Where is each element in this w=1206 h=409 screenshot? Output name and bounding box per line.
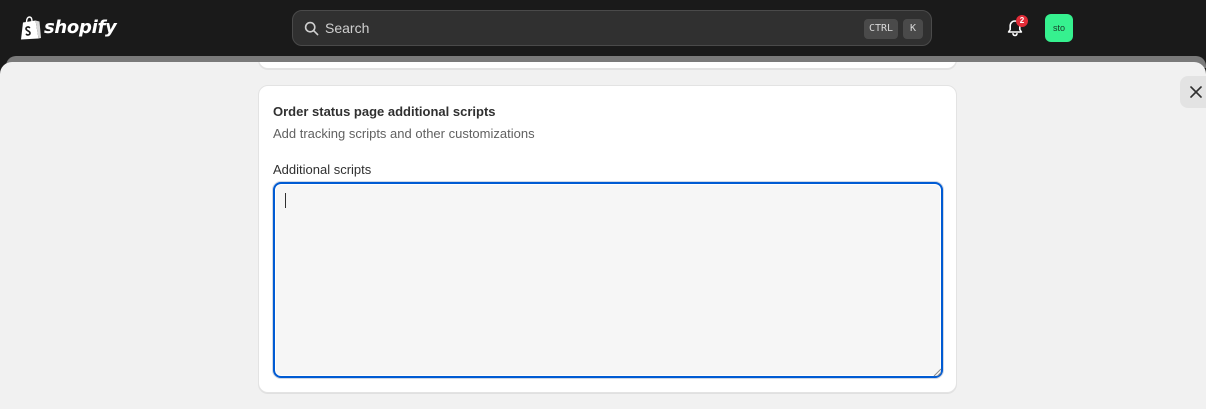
notification-count-badge: 2 — [1016, 15, 1028, 27]
additional-scripts-label: Additional scripts — [273, 162, 372, 177]
search-icon — [304, 21, 319, 36]
additional-scripts-textarea[interactable] — [273, 182, 943, 378]
logo-wordmark: shopify — [44, 17, 117, 38]
store-avatar[interactable]: sto — [1045, 14, 1073, 42]
card-subtitle: Add tracking scripts and other customiza… — [273, 126, 535, 141]
text-cursor — [285, 193, 286, 208]
additional-scripts-card: Order status page additional scripts Add… — [258, 85, 957, 393]
previous-section-card — [258, 62, 957, 69]
shopify-logo[interactable]: shopify — [20, 15, 117, 41]
shopping-bag-icon — [21, 16, 41, 40]
resize-handle-icon[interactable] — [932, 367, 942, 377]
shortcut-key-ctrl: CTRL — [864, 19, 898, 39]
search-input[interactable] — [325, 11, 845, 45]
close-icon — [1190, 86, 1202, 98]
top-bar: shopify CTRL K 2 sto — [0, 0, 1206, 56]
modal-sheet: Order status page additional scripts Add… — [0, 62, 1206, 409]
card-title: Order status page additional scripts — [273, 104, 496, 119]
search-bar[interactable]: CTRL K — [292, 10, 932, 46]
shortcut-key-k: K — [903, 19, 923, 39]
close-button[interactable] — [1180, 76, 1206, 108]
